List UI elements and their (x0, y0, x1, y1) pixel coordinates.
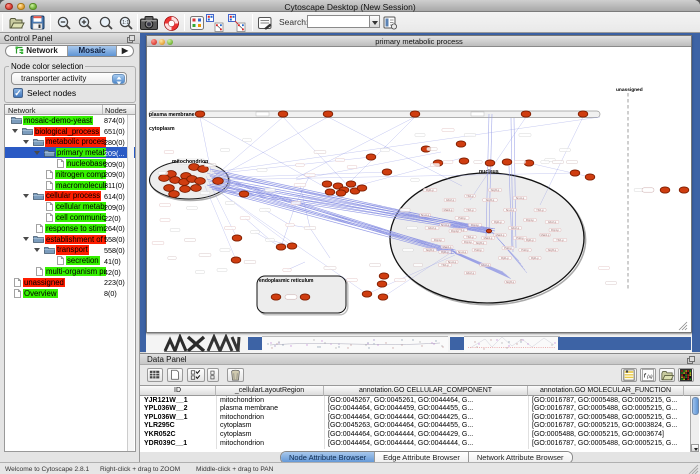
svg-text:Snu1-p: Snu1-p (506, 208, 515, 212)
svg-text:1:1: 1:1 (122, 20, 129, 26)
svg-text:Ybr1-p: Ybr1-p (466, 235, 474, 239)
svg-text:Nop5-p: Nop5-p (476, 241, 485, 245)
svg-text:Pol3-p: Pol3-p (516, 236, 524, 240)
svg-text:Cdc2-p: Cdc2-p (446, 198, 455, 202)
svg-text:Pol3-p: Pol3-p (458, 216, 466, 220)
svg-text:Cdc2-p: Cdc2-p (511, 226, 520, 230)
svg-text:Snu1-p: Snu1-p (516, 196, 525, 200)
svg-text:Rrp4-p: Rrp4-p (434, 238, 442, 242)
svg-text:plasma membrane: plasma membrane (149, 112, 195, 118)
svg-text:Pol3-p: Pol3-p (504, 246, 512, 250)
svg-text:Ybr1-p: Ybr1-p (536, 208, 544, 212)
svg-text:Cdc2-p: Cdc2-p (466, 271, 475, 275)
svg-text:Nop5-p: Nop5-p (486, 198, 495, 202)
svg-text:Rpl1-p: Rpl1-p (441, 250, 449, 254)
svg-text:Rpl1-p: Rpl1-p (526, 238, 534, 242)
svg-text:Nop5-p: Nop5-p (491, 188, 500, 192)
svg-text:Cdc2-p: Cdc2-p (428, 226, 437, 230)
svg-text:Snu1-p: Snu1-p (448, 260, 457, 264)
svg-text:Ybr1-p: Ybr1-p (556, 238, 564, 242)
svg-text:Mak2-p: Mak2-p (443, 245, 452, 249)
svg-text:unassigned: unassigned (616, 87, 643, 93)
svg-text:Nop5-p: Nop5-p (426, 248, 435, 252)
svg-text:Rpl1-p: Rpl1-p (531, 256, 539, 260)
svg-text:Mak2-p: Mak2-p (444, 208, 453, 212)
svg-text:Rrp4-p: Rrp4-p (551, 228, 559, 232)
svg-text:Mak2-p: Mak2-p (541, 233, 550, 237)
svg-text:Snu1-p: Snu1-p (458, 250, 467, 254)
svg-text:Cdc2-p: Cdc2-p (481, 263, 490, 267)
svg-text:endoplasmic reticulum: endoplasmic reticulum (259, 278, 314, 284)
svg-text:Pol3-p: Pol3-p (521, 248, 529, 252)
svg-text:Mak2-p: Mak2-p (484, 236, 493, 240)
svg-text:Rrp4-p: Rrp4-p (471, 223, 479, 227)
svg-text:Snu1-p: Snu1-p (441, 223, 450, 227)
svg-text:Nop5-p: Nop5-p (548, 248, 557, 252)
svg-text:Ybr1-p: Ybr1-p (466, 208, 474, 212)
svg-text:mitochondrion: mitochondrion (172, 159, 208, 165)
svg-text:(x): (x) (647, 374, 653, 379)
svg-text:Rrp4-p: Rrp4-p (464, 240, 472, 244)
svg-text:Nop5-p: Nop5-p (506, 280, 515, 284)
svg-text:cytoplasm: cytoplasm (149, 126, 175, 132)
svg-text:Rpl1-p: Rpl1-p (501, 256, 509, 260)
svg-text:Mak2-p: Mak2-p (496, 233, 505, 237)
svg-text:Pol3-p: Pol3-p (474, 248, 482, 252)
svg-text:Ybr1-p: Ybr1-p (466, 194, 474, 198)
svg-text:Rpl1-p: Rpl1-p (426, 188, 434, 192)
svg-text:Cdc2-p: Cdc2-p (548, 220, 557, 224)
svg-text:Snu1-p: Snu1-p (421, 213, 430, 217)
svg-text:Rrp4-p: Rrp4-p (451, 229, 459, 233)
svg-text:Rpl1-p: Rpl1-p (494, 220, 502, 224)
svg-text:Rrp4-p: Rrp4-p (526, 218, 534, 222)
